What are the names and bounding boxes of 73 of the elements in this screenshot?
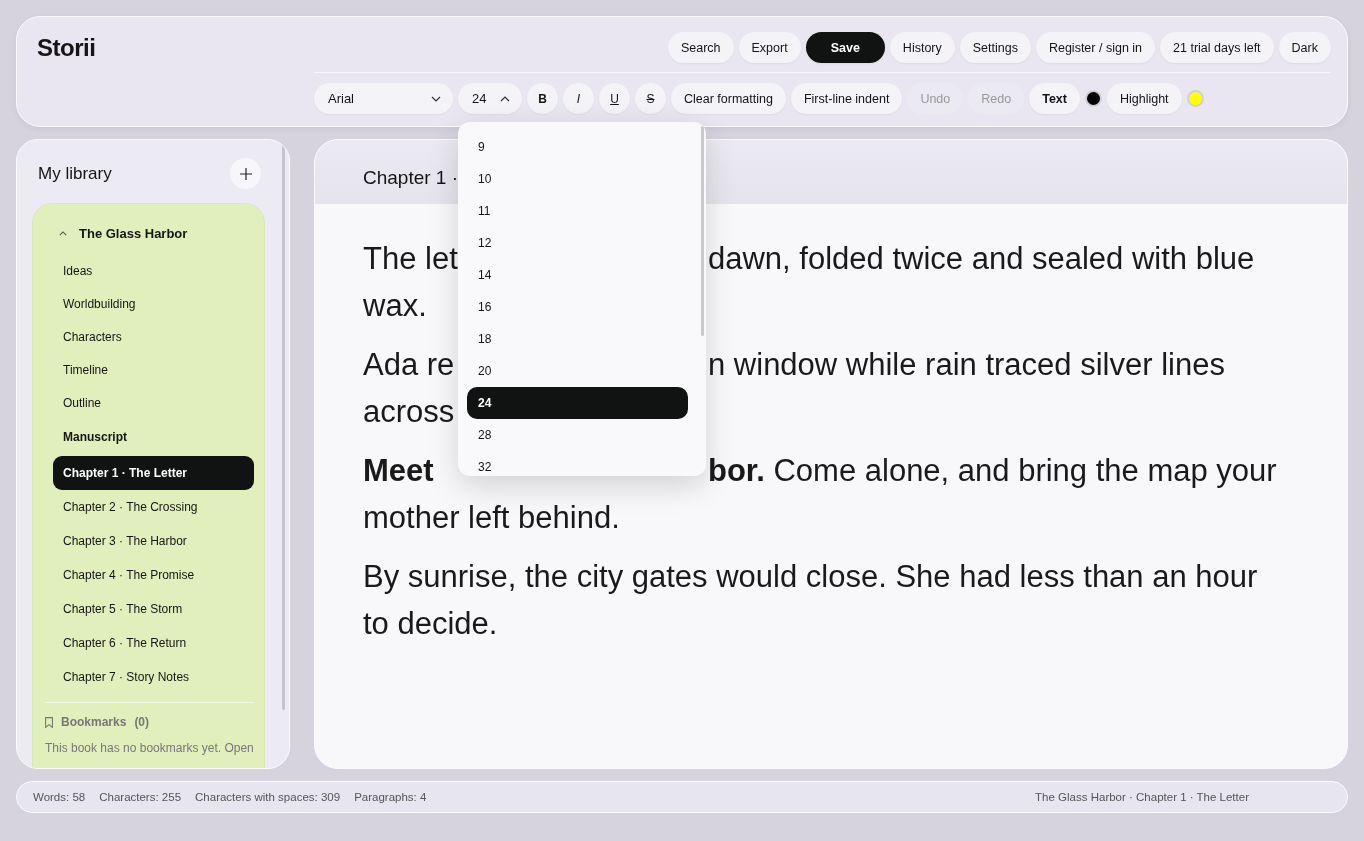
color-swatch[interactable]	[1186, 90, 1204, 107]
header-button[interactable]: Dark	[1278, 32, 1331, 63]
status-stat: Characters with spaces: 309	[195, 791, 341, 803]
status-stat: Paragraphs: 4	[354, 791, 427, 803]
size-option[interactable]: 28	[467, 419, 688, 451]
add-button[interactable]	[230, 158, 261, 189]
status-stat: Characters: 255	[99, 791, 182, 803]
size-option[interactable]: 24	[467, 387, 688, 419]
tree-item[interactable]: Outline	[53, 387, 254, 420]
size-option[interactable]: 14	[467, 259, 688, 291]
paragraph-text: mother left behind.	[363, 500, 620, 535]
status-location: The Glass Harbor · Chapter 1 · The Letter	[1035, 791, 1249, 803]
paragraph-text: n window while rain traced silver lines	[708, 346, 1225, 384]
header-button[interactable]: History	[889, 32, 955, 63]
toolbar-button[interactable]: First-line indent	[790, 83, 903, 114]
header-button[interactable]: Export	[738, 32, 801, 63]
tree-item[interactable]: Ideas	[53, 255, 254, 288]
header-button[interactable]: Register / sign in	[1035, 32, 1156, 63]
tree-item[interactable]: Characters	[53, 321, 254, 354]
paragraph-text: bor. Come alone, and bring the map your	[708, 452, 1277, 490]
size-option[interactable]: 20	[467, 355, 688, 387]
chapter-item[interactable]: Chapter 6 · The Return	[53, 626, 254, 660]
paragraph-text: Ada re	[363, 347, 455, 382]
status-stat: Words: 58	[33, 791, 86, 803]
section-heading: Manuscript	[63, 430, 128, 444]
chapter-item[interactable]: Chapter 3 · The Harbor	[53, 524, 254, 558]
format-button[interactable]: U	[599, 83, 630, 114]
size-option[interactable]: 11	[467, 195, 688, 227]
size-select[interactable]: 24	[458, 83, 522, 114]
bookmarks-note: This book has no bookmarks yet. Open	[45, 741, 254, 755]
header-button[interactable]: 21 trial days left	[1160, 32, 1274, 63]
size-option[interactable]: 10	[467, 163, 688, 195]
plus-icon	[239, 167, 252, 180]
chapter-item[interactable]: Chapter 2 · The Crossing	[53, 490, 254, 524]
size-option[interactable]: 16	[467, 291, 688, 323]
chapter-item[interactable]: Chapter 5 · The Storm	[53, 592, 254, 626]
size-option[interactable]: 12	[467, 227, 688, 259]
format-button[interactable]: B	[527, 83, 558, 114]
header-button[interactable]: Save	[805, 32, 885, 63]
bookmarks-count: (0)	[134, 715, 150, 729]
size-option[interactable]: 9	[467, 131, 688, 163]
sidebar-title: My library	[38, 163, 112, 184]
format-button[interactable]: S	[635, 83, 666, 114]
chapter-title: Chapter 1 ·	[363, 167, 459, 189]
paragraph-text: The let	[363, 241, 458, 276]
header-button[interactable]: Search	[667, 32, 734, 63]
header-button[interactable]: Settings	[959, 32, 1031, 63]
chevron-icon	[59, 231, 67, 236]
chapter-item[interactable]: Chapter 1 · The Letter	[53, 456, 254, 490]
paragraph-text: to decide.	[363, 606, 498, 641]
chapter-item[interactable]: Chapter 4 · The Promise	[53, 558, 254, 592]
size-option[interactable]: 18	[467, 323, 688, 355]
book-title[interactable]: The Glass Harbor	[59, 226, 254, 241]
bookmarks-label: Bookmarks	[61, 715, 127, 729]
highlight-button[interactable]: Highlight	[1106, 83, 1182, 114]
paragraph-text: across	[363, 394, 455, 429]
text-color-button[interactable]: Text	[1029, 83, 1080, 114]
paragraph-text: Meet	[363, 453, 434, 488]
tree-item[interactable]: Worldbuilding	[53, 288, 254, 321]
app-logo: Storii	[37, 33, 96, 62]
toolbar-button[interactable]: Clear formatting	[671, 83, 786, 114]
chevron-icon	[500, 95, 510, 102]
paragraph-text: wax.	[363, 288, 427, 323]
size-option[interactable]: 32	[467, 451, 688, 476]
bookmark-icon	[45, 716, 53, 728]
format-button[interactable]: I	[563, 83, 594, 114]
chevron-icon	[431, 95, 441, 102]
font-select[interactable]: Arial	[314, 83, 453, 114]
color-swatch[interactable]	[1084, 90, 1102, 107]
tree-item[interactable]: Timeline	[53, 354, 254, 387]
paragraph-text: By sunrise, the city gates would close. She had less than an hour	[363, 559, 1258, 594]
chapter-item[interactable]: Chapter 7 · Story Notes	[53, 660, 254, 694]
paragraph-text: dawn, folded twice and sealed with blue	[708, 240, 1255, 278]
